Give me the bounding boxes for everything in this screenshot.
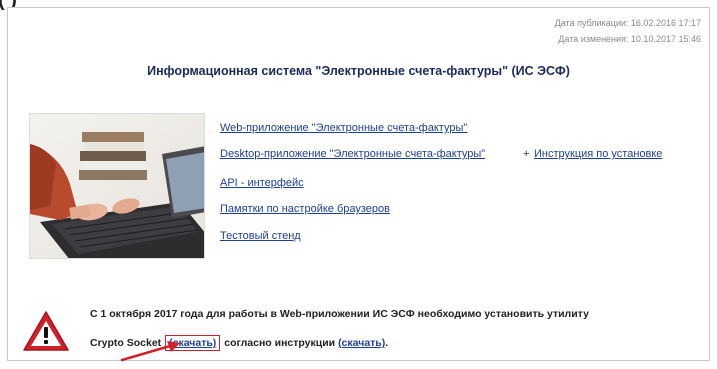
link-web-app[interactable]: Web-приложение "Электронные счета-фактур… [220, 122, 467, 134]
laptop-photo-icon [30, 114, 204, 258]
modification-date: Дата изменения: 10.10.2017 15:46 [558, 34, 701, 44]
laptop-illustration [29, 113, 205, 259]
link-install-guide[interactable]: Инструкция по установке [534, 148, 662, 160]
notice-middle: согласно инструкции [224, 337, 336, 349]
plus-sign: + [523, 148, 530, 160]
link-api[interactable]: API - интерфейс [220, 177, 304, 189]
publication-date: Дата публикации: 16.02.2016 17:17 [554, 18, 701, 28]
link-desktop-app[interactable]: Desktop-приложение "Электронные счета-фа… [220, 148, 485, 160]
red-arrow-icon [118, 338, 188, 369]
page-title: Информационная система "Электронные счет… [147, 64, 570, 78]
download-link-instruction[interactable]: (скачать) [338, 337, 385, 349]
notice-text-line1: С 1 октября 2017 года для работы в Web-п… [90, 308, 589, 320]
warning-icon [22, 310, 70, 357]
link-test-stand[interactable]: Тестовый стенд [220, 230, 301, 242]
notice-suffix: . [385, 337, 389, 349]
link-browser-tips[interactable]: Памятки по настройке браузеров [220, 203, 390, 215]
